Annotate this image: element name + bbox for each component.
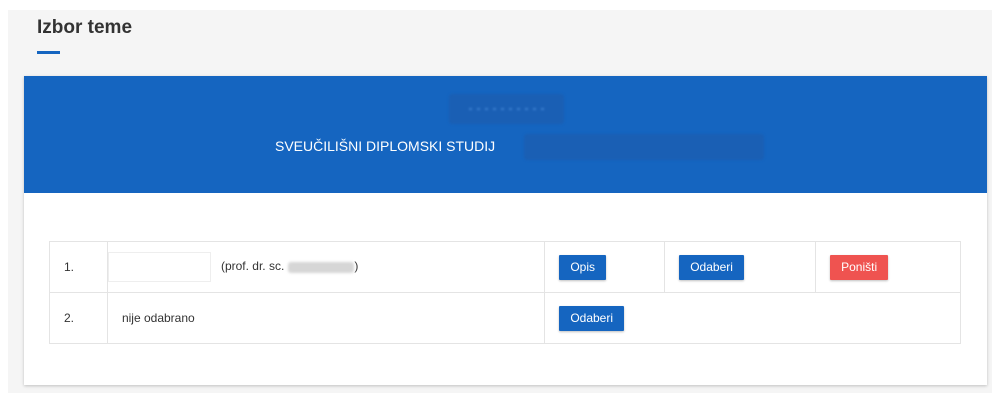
topic-selection-card: SVEUČILIŠNI DIPLOMSKI STUDIJ 1. (prof. d… — [24, 76, 987, 385]
mentor-prefix: (prof. dr. sc. — [220, 259, 285, 274]
redacted-mentor-name — [288, 261, 355, 273]
select-button[interactable]: Odaberi — [679, 254, 744, 280]
study-program-label: SVEUČILIŠNI DIPLOMSKI STUDIJ — [275, 138, 496, 154]
cancel-cell: Poništi — [815, 241, 961, 293]
select-cell: Odaberi — [664, 241, 817, 293]
topic-status: nije odabrano — [106, 292, 546, 344]
row-number: 2. — [49, 292, 108, 344]
redacted-topic-name — [107, 252, 211, 282]
table-row: 1. (prof. dr. sc.) Opis Odaberi Poništi — [49, 241, 961, 293]
select-cell: Odaberi — [544, 292, 961, 344]
redacted-header-text — [449, 94, 564, 124]
description-cell: Opis — [544, 241, 666, 293]
mentor-suffix: ) — [354, 259, 359, 274]
topics-table: 1. (prof. dr. sc.) Opis Odaberi Poništi … — [49, 241, 961, 344]
cancel-button[interactable]: Poništi — [830, 254, 889, 280]
topic-cell: (prof. dr. sc.) — [106, 241, 546, 293]
card-header: SVEUČILIŠNI DIPLOMSKI STUDIJ — [24, 76, 987, 193]
table-row: 2. nije odabrano Odaberi — [49, 292, 961, 344]
select-button[interactable]: Odaberi — [559, 305, 625, 331]
page-title: Izbor teme — [37, 17, 133, 38]
description-button[interactable]: Opis — [559, 254, 606, 280]
row-number: 1. — [49, 241, 108, 293]
redacted-program-name — [524, 134, 764, 160]
title-underline — [37, 51, 60, 54]
